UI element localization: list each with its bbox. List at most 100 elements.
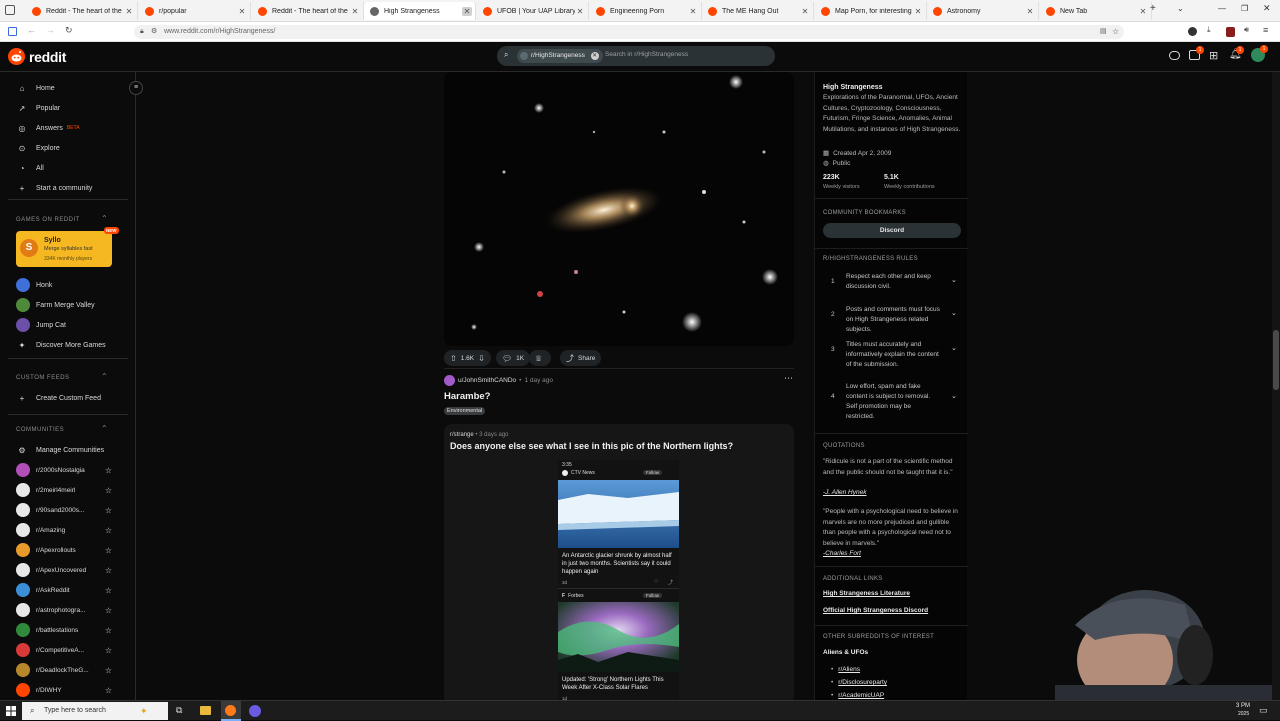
communities-collapse-icon[interactable]: ⌃ — [101, 424, 108, 433]
close-window-button[interactable]: ✕ — [1263, 3, 1271, 14]
search-bar[interactable]: ⌕ r/HighStrangeness ✕ Search in r/HighSt… — [497, 46, 775, 66]
clock-time[interactable]: 3 PM — [1236, 703, 1250, 709]
reader-view-icon[interactable]: ▤ — [1100, 25, 1107, 39]
sidebar-item-home[interactable]: ⌂ Home — [16, 80, 55, 96]
game-item[interactable]: Honk — [16, 277, 52, 293]
favorite-star-icon[interactable]: ☆ — [105, 686, 112, 695]
tab-list-icon[interactable] — [5, 5, 15, 15]
downvote-icon[interactable]: ⇩ — [478, 354, 485, 363]
favorite-star-icon[interactable]: ☆ — [105, 626, 112, 635]
minimize-button[interactable]: — — [1218, 4, 1226, 13]
other-subreddit-item[interactable]: • r/Disclosureparty — [831, 679, 887, 686]
browser-tab[interactable]: Reddit - The heart of the internet✕ — [26, 2, 138, 20]
game-item[interactable]: Jump Cat — [16, 317, 66, 333]
featured-game-card[interactable]: S Syllo Merge syllables fast 334K monthl… — [16, 227, 119, 267]
audio-icon[interactable]: 🔊︎ — [1244, 25, 1249, 35]
search-input[interactable]: Search in r/HighStrangeness — [605, 51, 688, 58]
close-tab-icon[interactable]: ✕ — [688, 7, 698, 16]
downloads-icon[interactable]: ⤓ — [1207, 25, 1211, 35]
browser-tab[interactable]: Reddit - The heart of the internet✕ — [252, 2, 364, 20]
discord-link[interactable]: Official High Strangeness Discord — [823, 607, 928, 614]
post-options-icon[interactable]: ⋯ — [784, 373, 793, 384]
collapse-sidebar-icon[interactable]: ≡ — [129, 81, 143, 95]
sidebar-item-all[interactable]: ◔ All — [16, 160, 44, 176]
community-item[interactable]: r/DIWHY ☆ — [16, 682, 112, 698]
notification-center-icon[interactable]: ▭ — [1259, 705, 1268, 716]
task-view-icon[interactable]: ⧉ — [176, 705, 182, 716]
close-tab-icon[interactable]: ✕ — [913, 7, 923, 16]
reddit-logo[interactable]: reddit — [8, 48, 66, 65]
browser-tab[interactable]: The ME Hang Out ✕ — [702, 2, 814, 20]
close-tab-icon[interactable]: ✕ — [350, 7, 360, 16]
community-item[interactable]: r/DeadlockTheG... ☆ — [16, 662, 112, 678]
manage-communities[interactable]: ⚙ Manage Communities — [16, 442, 104, 458]
comments-button[interactable]: 💬︎ 1K — [496, 350, 531, 366]
award-button[interactable]: ♕ — [529, 350, 551, 366]
rule-item[interactable]: 2 Posts and comments must focus on High S… — [823, 305, 961, 335]
favorite-star-icon[interactable]: ☆ — [105, 526, 112, 535]
community-item[interactable]: r/90sand2000s... ☆ — [16, 502, 112, 518]
close-tab-icon[interactable]: ✕ — [575, 7, 585, 16]
menu-icon[interactable]: ≡ — [1263, 25, 1268, 35]
close-tab-icon[interactable]: ✕ — [124, 7, 134, 16]
post-title[interactable]: Harambe? — [444, 391, 490, 402]
advertise-icon[interactable] — [1169, 51, 1180, 60]
custom-feeds-collapse-icon[interactable]: ⌃ — [101, 372, 108, 381]
community-item[interactable]: r/Apexrollouts ☆ — [16, 542, 112, 558]
start-button[interactable] — [6, 706, 16, 716]
community-item[interactable]: r/2meirl4meirl ☆ — [16, 482, 112, 498]
chevron-down-icon[interactable]: ⌄ — [951, 344, 957, 354]
rule-item[interactable]: 3 Titles must accurately and informativel… — [823, 340, 961, 370]
ublock-icon[interactable] — [1226, 27, 1235, 37]
page-scrollbar[interactable] — [1272, 72, 1280, 700]
discord-bookmark-button[interactable]: Discord — [823, 223, 961, 238]
scrollbar-thumb[interactable] — [1273, 330, 1279, 390]
community-item[interactable]: r/battlestations ☆ — [16, 622, 112, 638]
rule-item[interactable]: 4 Low effort, spam and fake content is su… — [823, 382, 961, 420]
author-link[interactable]: u/JohnSmithCANDo — [458, 377, 516, 384]
chevron-down-icon[interactable]: ⌄ — [951, 392, 957, 402]
communities-header[interactable]: COMMUNITIES — [16, 427, 64, 433]
file-explorer-icon[interactable] — [200, 706, 211, 715]
favorite-star-icon[interactable]: ☆ — [105, 466, 112, 475]
browser-tab[interactable]: High Strangeness ✕ — [364, 2, 476, 20]
author-avatar[interactable] — [444, 375, 455, 386]
favorite-star-icon[interactable]: ☆ — [105, 666, 112, 675]
favorite-star-icon[interactable]: ☆ — [105, 586, 112, 595]
chevron-down-icon[interactable]: ⌄ — [951, 276, 957, 286]
close-tab-icon[interactable]: ✕ — [237, 7, 247, 16]
other-subreddit-item[interactable]: • r/AcademicUAP — [831, 692, 884, 699]
create-post-icon[interactable]: ⊞ — [1209, 49, 1218, 62]
clock-date[interactable]: 2025 — [1238, 711, 1249, 717]
community-item[interactable]: r/CompetitiveA... ☆ — [16, 642, 112, 658]
community-item[interactable]: r/AskReddit ☆ — [16, 582, 112, 598]
close-tab-icon[interactable]: ✕ — [462, 6, 472, 16]
other-subreddit-item[interactable]: • r/Aliens — [831, 666, 860, 673]
phone-screenshot[interactable]: 3:35 CTV News Follow An Antarctic glacie… — [558, 460, 679, 704]
chat-app-taskbar-icon[interactable] — [249, 705, 261, 717]
crosspost-card[interactable]: r/strange • 3 days ago Does anyone else … — [444, 424, 794, 704]
literature-link[interactable]: High Strangeness Literature — [823, 590, 910, 597]
url-field[interactable]: 🔒︎ ⚙ www.reddit.com/r/HighStrangeness/ ▤… — [134, 25, 1124, 39]
favorite-star-icon[interactable]: ☆ — [105, 566, 112, 575]
browser-tab[interactable]: Map Porn, for interesting maps✕ — [815, 2, 927, 20]
bookmark-star-icon[interactable]: ☆ — [1112, 25, 1119, 39]
favorite-star-icon[interactable]: ☆ — [105, 546, 112, 555]
crosspost-title[interactable]: Does anyone else see what I see in this … — [450, 441, 790, 451]
create-custom-feed[interactable]: + Create Custom Feed — [16, 390, 101, 406]
game-item[interactable]: ✦ Discover More Games — [16, 337, 106, 353]
community-item[interactable]: r/astrophotogra... ☆ — [16, 602, 112, 618]
games-collapse-icon[interactable]: ⌃ — [101, 214, 108, 223]
sidebar-item-popular[interactable]: ↗ Popular — [16, 100, 61, 116]
crosspost-subreddit[interactable]: r/strange — [450, 432, 474, 438]
maximize-button[interactable]: ❐ — [1241, 4, 1248, 13]
chip-clear-icon[interactable]: ✕ — [590, 52, 599, 60]
sidebar-item-answers[interactable]: ◎ Answers BETA — [16, 120, 80, 136]
post-flair[interactable]: Environmental — [444, 407, 486, 415]
new-tab-button[interactable]: + — [1150, 3, 1156, 14]
community-item[interactable]: r/2000sNostalgia ☆ — [16, 462, 112, 478]
games-section-header[interactable]: GAMES ON REDDIT — [16, 217, 80, 223]
sidebar-item-explore[interactable]: ⊙ Explore — [16, 140, 60, 156]
browser-tab[interactable]: New Tab ✕ — [1040, 2, 1152, 20]
share-button[interactable]: ⤴ Share — [560, 350, 602, 366]
